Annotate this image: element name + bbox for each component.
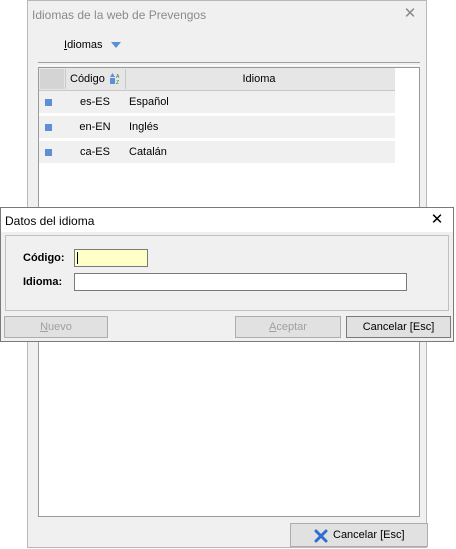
- code-label: Código:: [23, 252, 65, 264]
- sort-az-icon: A Z: [110, 73, 120, 85]
- grid-header: Código A Z Idioma: [39, 68, 395, 91]
- accept-button[interactable]: Aceptar: [235, 316, 341, 338]
- text-caret: [77, 252, 78, 264]
- window-cancel-label: Cancelar [Esc]: [333, 529, 405, 541]
- window-title: Idiomas de la web de Prevengos: [32, 8, 207, 22]
- dialog-title: Datos del idioma: [5, 214, 95, 228]
- cell-name: Español: [129, 96, 169, 108]
- column-header-name[interactable]: Idioma: [125, 69, 393, 89]
- name-field[interactable]: [74, 273, 407, 291]
- column-header-code[interactable]: Código A Z: [65, 69, 126, 89]
- cell-code: en-EN: [79, 121, 111, 133]
- chevron-down-icon: [110, 42, 121, 49]
- code-field[interactable]: [74, 249, 148, 267]
- accept-label: ceptar: [276, 321, 307, 333]
- new-mnemonic: N: [40, 321, 49, 333]
- cancel-button[interactable]: Cancelar [Esc]: [346, 316, 451, 338]
- cell-code: es-ES: [80, 96, 110, 108]
- name-label: Idioma:: [23, 276, 63, 288]
- table-row[interactable]: ca-ES Catalán: [39, 141, 395, 164]
- cell-name: Catalán: [129, 146, 167, 158]
- new-button[interactable]: Nuevo: [4, 316, 108, 338]
- new-label: uevo: [48, 321, 72, 333]
- row-marker-icon: [45, 149, 52, 156]
- cell-name: Inglés: [129, 121, 159, 133]
- toolbar-separator: [38, 62, 420, 66]
- svg-text:Z: Z: [116, 80, 119, 85]
- dialog-titlebar: Datos del idioma ✕: [1, 208, 453, 232]
- table-row[interactable]: es-ES Español: [39, 91, 395, 114]
- cell-code: ca-ES: [80, 146, 110, 158]
- column-header-code-label: Código: [70, 73, 105, 85]
- row-marker-icon: [45, 124, 52, 131]
- close-icon[interactable]: ✕: [427, 210, 447, 230]
- table-row[interactable]: en-EN Inglés: [39, 116, 395, 139]
- row-selector-header: [40, 69, 64, 89]
- menu-label: diomas: [67, 39, 103, 51]
- cancel-x-icon: [314, 529, 328, 543]
- close-icon[interactable]: ✕: [398, 4, 422, 24]
- languages-menu[interactable]: Idiomas: [64, 39, 121, 51]
- row-marker-icon: [45, 99, 52, 106]
- window-cancel-button[interactable]: Cancelar [Esc]: [290, 523, 428, 547]
- language-data-dialog: Datos del idioma ✕ Código: Idioma: Nuevo…: [0, 207, 454, 342]
